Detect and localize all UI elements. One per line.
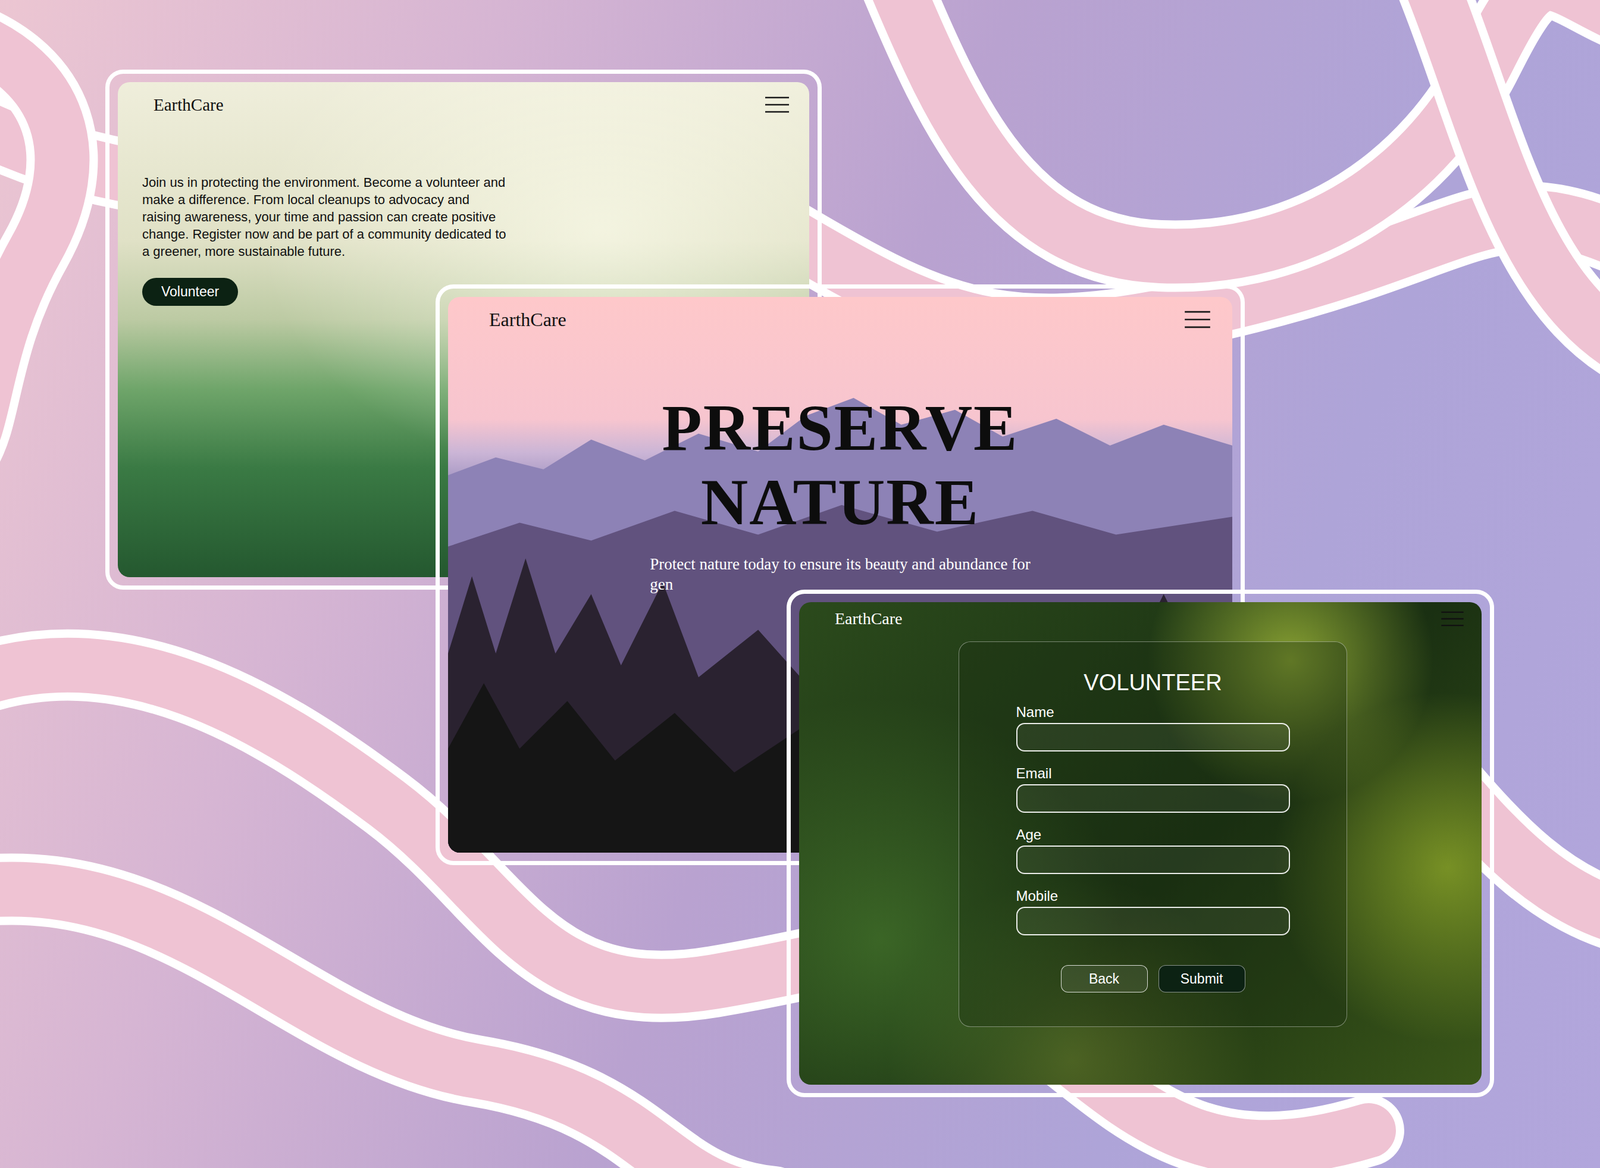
field-label: Mobile <box>1016 887 1290 905</box>
back-button[interactable]: Back <box>1060 965 1148 993</box>
title-line: NATURE <box>700 465 980 540</box>
text-input[interactable] <box>1016 906 1290 936</box>
hero-title: PRESERVENATURE <box>662 390 1019 540</box>
title-line: PRESERVE <box>662 390 1019 466</box>
text-input[interactable] <box>1016 845 1290 875</box>
field-label: Name <box>1016 703 1290 721</box>
field-label: Email <box>1016 765 1290 782</box>
menu-icon[interactable] <box>765 95 789 114</box>
nav-bar: EarthCare <box>799 602 1482 630</box>
volunteer-form: VOLUNTEER Name Email Age Mobile Back Submit <box>958 641 1348 1027</box>
menu-icon[interactable] <box>1441 610 1464 628</box>
brand-logo[interactable]: EarthCare <box>153 94 224 116</box>
hero-subtitle: Protect nature today to ensure its beaut… <box>649 553 1031 595</box>
form-field: Name <box>1016 703 1290 752</box>
wave-band <box>0 888 774 1168</box>
form-field: Mobile <box>1016 887 1290 936</box>
brand-logo[interactable]: EarthCare <box>834 608 903 630</box>
showcase-canvas: EarthCare Join us in protecting the envir… <box>0 0 1600 1168</box>
wave-band <box>1428 0 1600 358</box>
intro-section: Join us in protecting the environment. B… <box>117 115 810 306</box>
wave-band <box>0 35 62 453</box>
subtitle-line: Protect nature today to ensure its beaut… <box>649 553 1031 575</box>
volunteer-page: EarthCare VOLUNTEER Name Email Age Mobile Back… <box>799 602 1482 1085</box>
text-input[interactable] <box>1016 722 1290 752</box>
intro-text: Join us in protecting the environment. B… <box>142 173 512 261</box>
form-field: Age <box>1016 826 1290 875</box>
brand-logo[interactable]: EarthCare <box>489 307 567 332</box>
form-field: Email <box>1016 765 1290 813</box>
text-input[interactable] <box>1016 784 1290 813</box>
nav-bar: EarthCare <box>448 296 1233 332</box>
form-title: VOLUNTEER <box>1083 669 1222 696</box>
form-fields: Name Email Age Mobile <box>1016 703 1290 936</box>
menu-icon[interactable] <box>1184 310 1211 330</box>
form-actions: Back Submit <box>1060 965 1246 993</box>
submit-button[interactable]: Submit <box>1158 965 1246 993</box>
field-label: Age <box>1016 826 1290 844</box>
form-window: EarthCare VOLUNTEER Name Email Age Mobile Back… <box>786 589 1495 1098</box>
subtitle-line: gen <box>649 574 673 595</box>
nav-bar: EarthCare <box>117 82 810 116</box>
volunteer-button[interactable]: Volunteer <box>142 277 239 306</box>
